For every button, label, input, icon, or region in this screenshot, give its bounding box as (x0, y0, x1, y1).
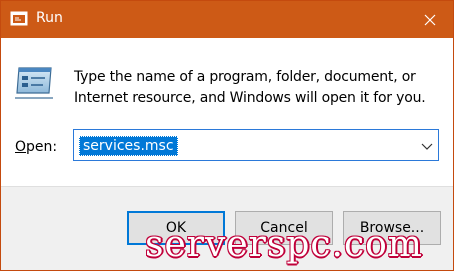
open-combobox[interactable]: services.msc (73, 129, 439, 161)
open-input[interactable]: services.msc (79, 136, 178, 156)
open-label: Open: (15, 139, 58, 155)
close-button[interactable] (407, 1, 453, 38)
run-icon (10, 11, 28, 26)
title-bar[interactable]: Run (1, 1, 453, 38)
run-dialog: Run Type the name of a program, folder, … (0, 0, 454, 271)
dialog-body: Type the name of a program, folder, docu… (1, 38, 453, 186)
close-icon (424, 14, 436, 26)
window-title: Run (36, 10, 63, 26)
run-app-icon (13, 65, 55, 101)
watermark: serverspc.com (145, 224, 423, 265)
instructions-text: Type the name of a program, folder, docu… (74, 69, 426, 106)
chevron-down-icon[interactable] (420, 138, 434, 152)
